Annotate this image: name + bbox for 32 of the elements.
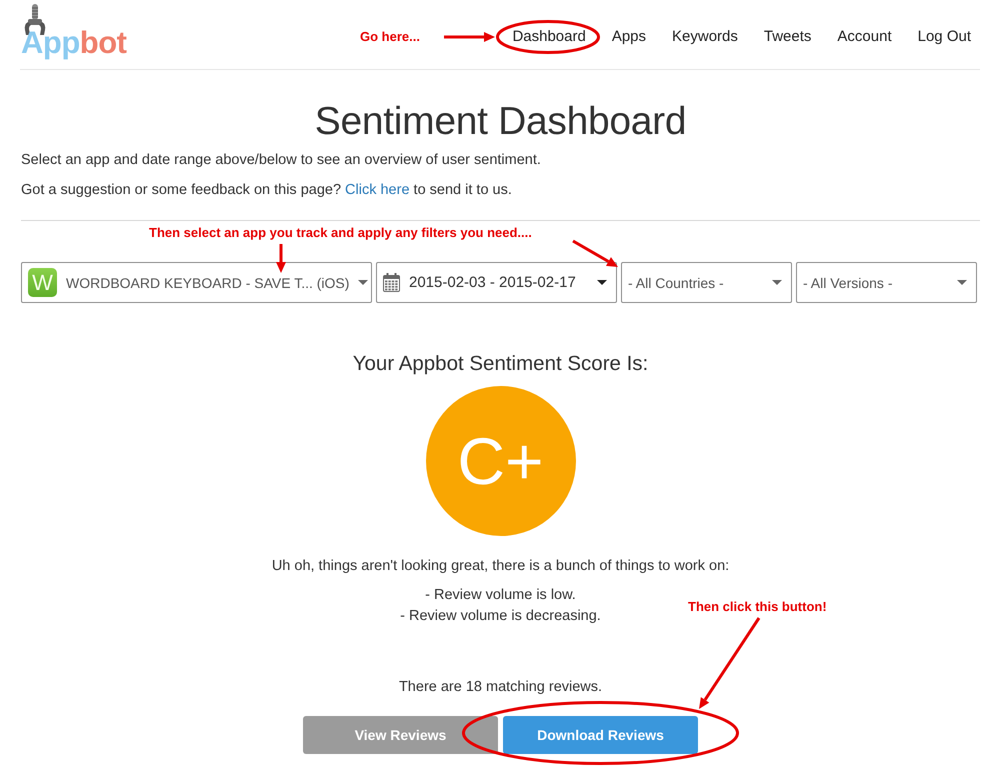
nav-link[interactable]: Log Out (918, 27, 971, 47)
intro-text: Select an app and date range above/below to see an overview of user sentiment. (21, 151, 542, 170)
calendar-icon (383, 273, 400, 292)
filter-select[interactable]: - All Countries - (621, 262, 792, 303)
annotation-arrow (444, 32, 495, 42)
feedback-text: Got a suggestion or some feedback on this page? Click here to send it to us. (21, 181, 513, 200)
page-title: Sentiment Dashboard (314, 100, 688, 144)
nav-link[interactable]: Dashboard (512, 27, 586, 47)
caret-icon (957, 280, 967, 285)
nav-link[interactable]: Tweets (764, 27, 812, 47)
caret-icon (772, 280, 782, 285)
annotation-note: Then click this button! (688, 599, 827, 615)
date-range-select[interactable]: 2015-02-03 - 2015-02-17 (376, 262, 617, 303)
annotation-note: Then select an app you track and apply any filters you need.... (149, 225, 532, 241)
app-icon: W (28, 268, 57, 297)
filter-select[interactable]: - All Versions - (796, 262, 977, 303)
nav-link[interactable]: Account (837, 27, 892, 47)
feedback-link[interactable]: Click here (345, 182, 410, 198)
score-message: Uh oh, things aren't looking great, there is a bunch of things to work on: (272, 557, 730, 576)
annotation-note: Go here... (360, 29, 420, 45)
score-heading: Your Appbot Sentiment Score Is: (352, 352, 648, 376)
annotation-arrow (276, 244, 286, 273)
app-select[interactable]: W WORDBOARD KEYBOARD - SAVE T... (iOS) (21, 262, 372, 303)
nav-link[interactable]: Apps (612, 27, 646, 47)
nav-link[interactable]: Keywords (672, 27, 738, 47)
caret-icon (358, 280, 368, 285)
issue-text: - Review volume is low. (425, 586, 576, 605)
annotation-arrow (572, 240, 618, 267)
issue-text: - Review volume is decreasing. (400, 607, 601, 626)
grade-badge: C+ (426, 386, 576, 536)
caret-icon (597, 280, 607, 285)
review-count-text: There are 18 matching reviews. (398, 678, 602, 697)
